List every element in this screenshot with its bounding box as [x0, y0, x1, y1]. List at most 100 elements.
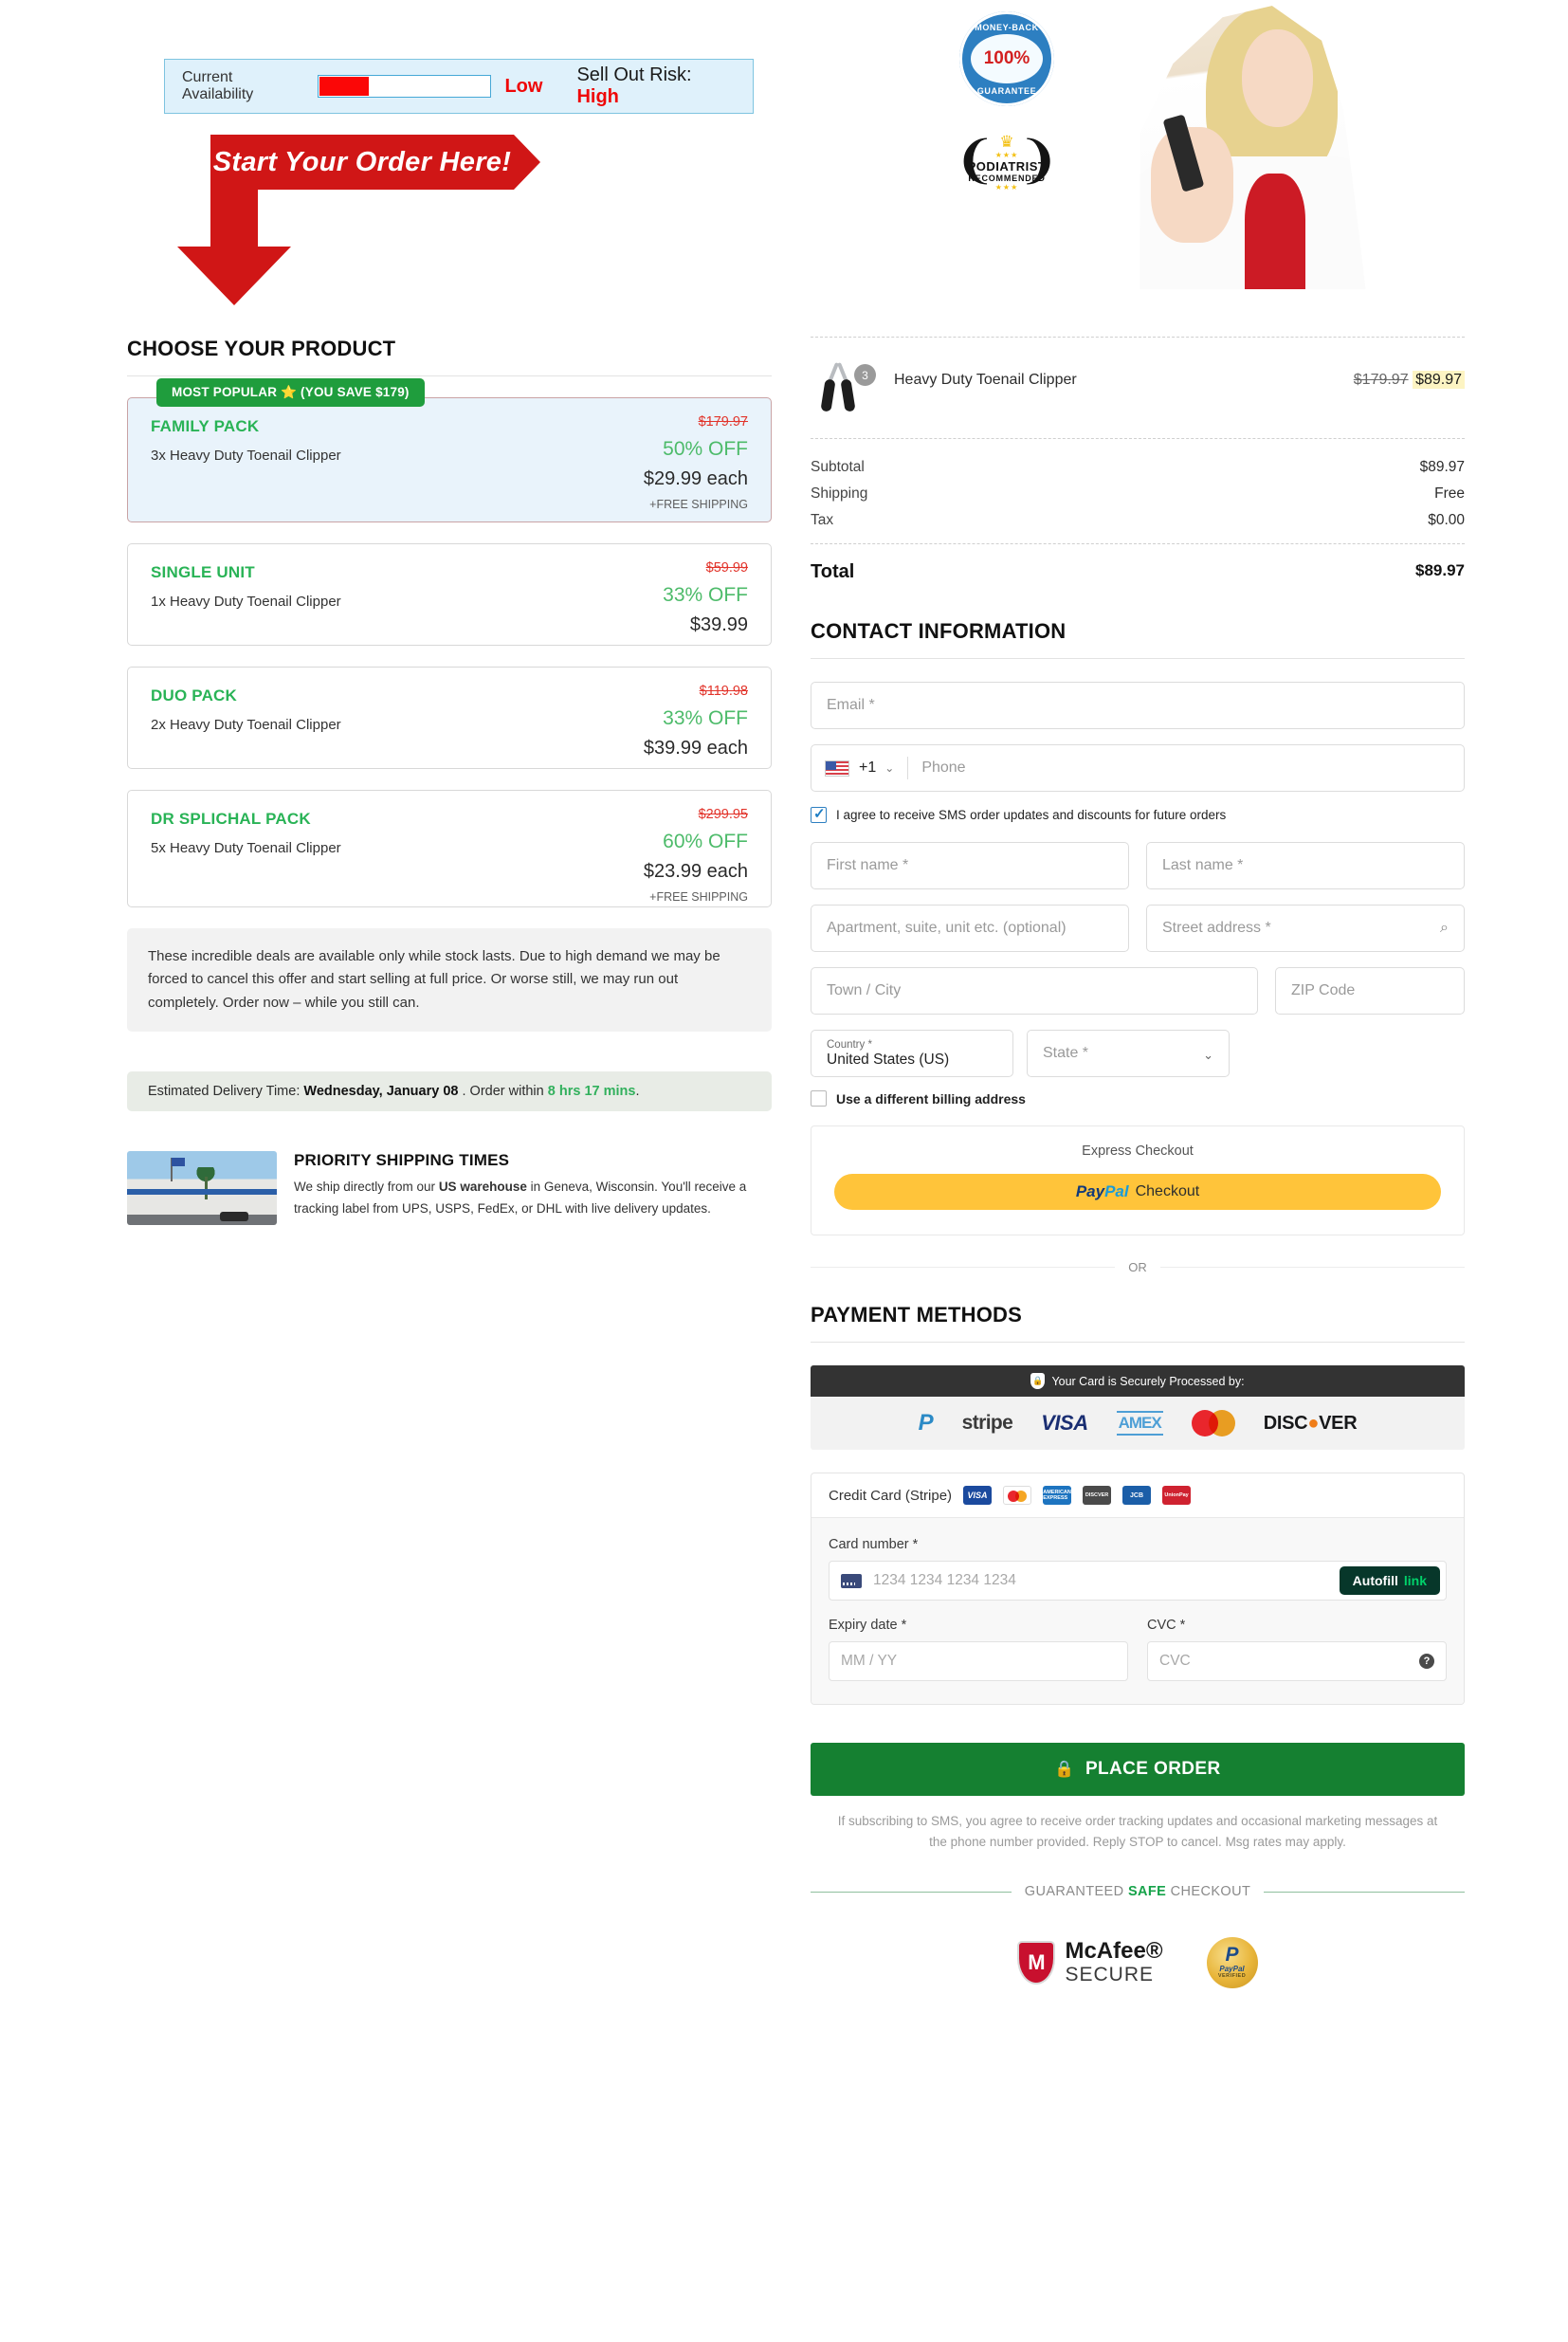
product-discount: 50% OFF — [663, 438, 748, 460]
safe-mid: SAFE — [1127, 1884, 1167, 1900]
autofill-label: Autofill — [1352, 1573, 1398, 1588]
secure-processing-block: 🔒 Your Card is Securely Processed by: P … — [811, 1365, 1465, 1450]
autofill-link-button[interactable]: Autofill link — [1339, 1566, 1440, 1595]
product-card-family-pack[interactable]: MOST POPULAR ⭐ (YOU SAVE $179) FAMILY PA… — [127, 378, 772, 522]
place-order-button[interactable]: 🔒 PLACE ORDER — [811, 1743, 1465, 1796]
contact-divider — [811, 658, 1465, 659]
billing-address-checkbox[interactable] — [811, 1090, 827, 1107]
country-flag-icon — [825, 759, 849, 777]
sellout-risk: Sell Out Risk: High — [576, 64, 736, 108]
product-selection-column: CHOOSE YOUR PRODUCT MOST POPULAR ⭐ (YOU … — [127, 337, 772, 1225]
express-checkout-title: Express Checkout — [1082, 1144, 1194, 1159]
expiry-group: Expiry date * MM / YY — [829, 1618, 1128, 1681]
address-row: Apartment, suite, unit etc. (optional) S… — [811, 905, 1465, 967]
clipper-handle-left — [820, 378, 836, 412]
or-label: OR — [1128, 1260, 1147, 1274]
shipping-warehouse: US warehouse — [438, 1179, 527, 1194]
order-item-old-price: $179.97 — [1353, 372, 1409, 388]
hero-graphic: MONEY-BACK 100% GUARANTEE ❨ ❨ ♛ ★★★ PODI… — [939, 0, 1384, 294]
arrow-head-icon — [177, 247, 291, 305]
billing-address-label: Use a different billing address — [836, 1090, 1026, 1107]
city-field[interactable]: Town / City — [811, 967, 1258, 1015]
product-discount: 33% OFF — [663, 584, 748, 606]
or-divider: OR — [811, 1260, 1465, 1274]
credit-card-label: Credit Card (Stripe) — [829, 1487, 953, 1504]
expiry-placeholder: MM / YY — [841, 1653, 898, 1669]
street-placeholder: Street address * — [1162, 920, 1271, 936]
car-icon — [219, 1211, 248, 1221]
sms-consent-row[interactable]: I agree to receive SMS order updates and… — [811, 805, 1465, 823]
paypal-checkout-button[interactable]: PayPal Checkout — [834, 1174, 1441, 1210]
autofill-link-label: link — [1403, 1573, 1427, 1588]
country-select[interactable]: Country * United States (US) — [811, 1030, 1013, 1077]
product-card-list: MOST POPULAR ⭐ (YOU SAVE $179) FAMILY PA… — [127, 378, 772, 907]
unionpay-icon: UnionPay — [1162, 1486, 1192, 1505]
product-price: $29.99 each — [643, 468, 748, 489]
place-order-label: PLACE ORDER — [1085, 1759, 1221, 1779]
chevron-down-icon[interactable]: ⌄ — [1203, 1048, 1213, 1063]
product-card-duo-pack[interactable]: DUO PACK 2x Heavy Duty Toenail Clipper $… — [127, 667, 772, 769]
first-name-field[interactable]: First name * — [811, 842, 1129, 889]
priority-shipping-text: PRIORITY SHIPPING TIMES We ship directly… — [294, 1151, 772, 1225]
laurel-left-icon: ❨ — [954, 132, 997, 189]
money-back-percent: 100% — [971, 34, 1043, 83]
paypal-verified-line1: PayPal — [1219, 1965, 1245, 1974]
totals-row-shipping: Shipping Free — [811, 481, 1465, 507]
sms-legal-text: If subscribing to SMS, you agree to rece… — [837, 1814, 1438, 1849]
cvc-input[interactable]: CVC ? — [1147, 1641, 1447, 1681]
phone-field[interactable]: +1 ⌄ Phone — [811, 744, 1465, 792]
clipper-icon — [820, 362, 856, 412]
trust-badges: M McAfee® SECURE P PayPal VERIFIED — [811, 1937, 1465, 1989]
field-divider — [907, 757, 909, 779]
mcafee-line2: SECURE — [1065, 1963, 1154, 1985]
help-icon[interactable]: ? — [1419, 1654, 1434, 1669]
apartment-field[interactable]: Apartment, suite, unit etc. (optional) — [811, 905, 1129, 952]
tax-value: $0.00 — [1428, 512, 1465, 528]
order-item-price: $89.97 — [1413, 371, 1465, 389]
card-icon — [841, 1573, 862, 1588]
expiry-input[interactable]: MM / YY — [829, 1641, 1128, 1681]
shipping-line1-c: in Geneva, Wisconsin. — [526, 1179, 658, 1194]
product-card-single-unit[interactable]: SINGLE UNIT 1x Heavy Duty Toenail Clippe… — [127, 543, 772, 646]
clipper-handle-right — [840, 378, 856, 412]
credit-card-header[interactable]: Credit Card (Stripe) VISA AMERICAN EXPRES… — [811, 1473, 1464, 1518]
expiry-label: Expiry date * — [829, 1618, 907, 1633]
chevron-down-icon[interactable]: ⌄ — [884, 761, 894, 775]
most-popular-badge: MOST POPULAR ⭐ (YOU SAVE $179) — [156, 378, 425, 407]
warehouse-photo — [127, 1150, 277, 1225]
sms-consent-checkbox[interactable] — [811, 805, 827, 823]
paypal-verified-line2: VERIFIED — [1217, 1973, 1247, 1980]
stars-icon: ★★★ — [994, 150, 1019, 159]
visa-icon: VISA — [1041, 1411, 1088, 1435]
cvc-label: CVC * — [1147, 1618, 1186, 1633]
mcafee-secure-badge: M McAfee® SECURE — [1017, 1939, 1163, 1986]
safe-checkout-label: GUARANTEED SAFE CHECKOUT — [1025, 1884, 1250, 1899]
state-select[interactable]: State * ⌄ — [1027, 1030, 1230, 1077]
sms-consent-label: I agree to receive SMS order updates and… — [836, 808, 1227, 822]
us-flag-icon — [172, 1157, 186, 1166]
lock-icon: 🔒 — [1054, 1760, 1075, 1778]
order-totals: Subtotal $89.97 Shipping Free Tax $0.00 — [811, 439, 1465, 543]
subtotal-value: $89.97 — [1419, 459, 1465, 475]
totals-row-subtotal: Subtotal $89.97 — [811, 454, 1465, 481]
delivery-suffix: . — [635, 1083, 640, 1099]
last-name-field[interactable]: Last name * — [1146, 842, 1465, 889]
order-line-item: 3 Heavy Duty Toenail Clipper $179.97 $89… — [811, 338, 1465, 438]
street-address-field[interactable]: Street address * ⌕ — [1146, 905, 1465, 952]
checkout-column: 3 Heavy Duty Toenail Clipper $179.97 $89… — [811, 337, 1466, 1989]
billing-address-row[interactable]: Use a different billing address — [811, 1090, 1465, 1107]
priority-shipping-body: We ship directly from our US warehouse i… — [294, 1176, 772, 1219]
priority-shipping-title: PRIORITY SHIPPING TIMES — [294, 1150, 510, 1169]
email-field[interactable]: Email * — [811, 682, 1465, 729]
money-back-bottom-text: GUARANTEE — [976, 86, 1037, 96]
start-order-arrow: Start Your Order Here! — [177, 135, 618, 305]
delivery-countdown: 8 hrs 17 mins — [547, 1083, 636, 1099]
search-icon[interactable]: ⌕ — [1440, 920, 1449, 937]
building-band — [127, 1189, 277, 1196]
zip-field[interactable]: ZIP Code — [1275, 967, 1465, 1015]
card-number-input[interactable]: 1234 1234 1234 1234 Autofill link — [829, 1561, 1447, 1601]
paypal-verified-badge: P PayPal VERIFIED — [1206, 1937, 1258, 1989]
paypal-p-icon: P — [1225, 1944, 1239, 1967]
paypal-logo-pal: Pal — [1104, 1182, 1129, 1200]
product-card-dr-splichal-pack[interactable]: DR SPLICHAL PACK 5x Heavy Duty Toenail C… — [127, 790, 772, 907]
